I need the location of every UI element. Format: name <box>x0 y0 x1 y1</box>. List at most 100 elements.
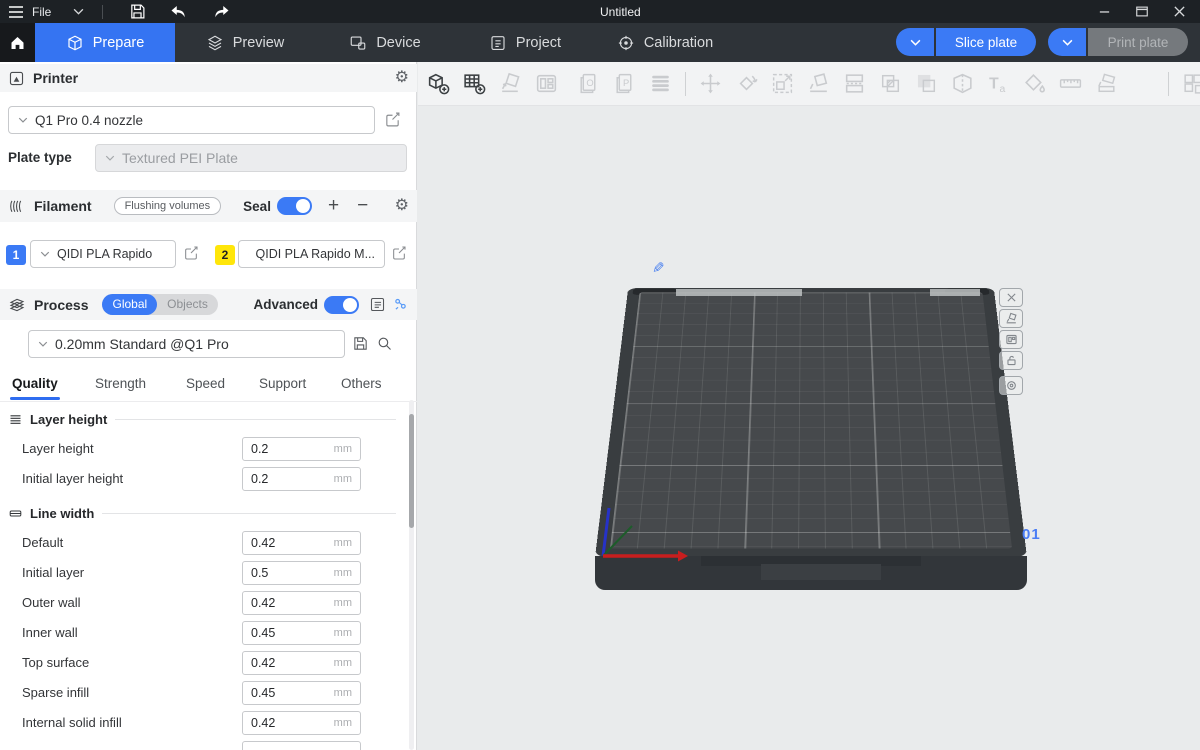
close-icon <box>1173 5 1186 18</box>
filament-settings-gear-icon[interactable]: ⚙ <box>395 198 409 214</box>
process-tab-quality[interactable]: Quality <box>12 376 58 391</box>
param-input[interactable] <box>242 741 361 750</box>
search-params-button[interactable] <box>392 296 409 313</box>
rename-plate-icon[interactable]: ✎ <box>652 259 665 277</box>
split-button[interactable] <box>838 65 871 103</box>
minimize-icon <box>1098 5 1111 18</box>
save-button[interactable] <box>129 3 146 20</box>
edit-filament-2-button[interactable] <box>391 245 407 261</box>
process-preset-dropdown[interactable]: 0.20mm Standard @Q1 Pro <box>28 330 345 358</box>
color-paint-button[interactable] <box>1018 65 1051 103</box>
redo-button[interactable] <box>212 4 230 20</box>
slice-options-button[interactable] <box>896 28 934 56</box>
tab-preview[interactable]: Preview <box>175 23 315 62</box>
minimize-button[interactable] <box>1098 5 1111 18</box>
plate-marker-strip <box>930 289 980 296</box>
close-button[interactable] <box>1173 5 1186 18</box>
auto-orient-plate-button[interactable] <box>999 309 1023 328</box>
3d-viewport[interactable]: O P <box>418 62 1200 750</box>
tab-device[interactable]: Device <box>315 23 455 62</box>
home-button[interactable] <box>0 23 35 62</box>
filament-2-badge[interactable]: 2 <box>215 245 235 265</box>
scope-global-button[interactable]: Global <box>102 294 157 315</box>
add-plate-button[interactable] <box>458 65 491 103</box>
compare-presets-button[interactable] <box>369 296 386 313</box>
filament-1-dropdown[interactable]: QIDI PLA Rapido <box>30 240 176 268</box>
plate-number-label[interactable]: 01 <box>1022 526 1041 543</box>
process-tab-speed[interactable]: Speed <box>186 376 225 391</box>
cut-button[interactable] <box>946 65 979 103</box>
edit-filament-1-button[interactable] <box>183 245 199 261</box>
param-input[interactable]: 0.42 mm <box>242 651 361 675</box>
param-input[interactable]: 0.42 mm <box>242 531 361 555</box>
lay-on-face-button[interactable] <box>802 65 835 103</box>
process-section-header: Process Global Objects Advanced <box>0 289 417 320</box>
param-input[interactable]: 0.45 mm <box>242 681 361 705</box>
print-plate-button[interactable]: Print plate <box>1088 28 1188 56</box>
delete-plate-button[interactable] <box>999 288 1023 307</box>
move-button[interactable] <box>694 65 727 103</box>
save-preset-button[interactable] <box>352 335 369 352</box>
mesh-boolean-subtract-button[interactable] <box>910 65 943 103</box>
filament-2-dropdown[interactable]: QIDI PLA Rapido M... <box>238 240 385 268</box>
slice-plate-button[interactable]: Slice plate <box>936 28 1036 56</box>
seal-toggle[interactable] <box>277 197 312 215</box>
window-title: Untitled <box>600 0 641 23</box>
flushing-volumes-button[interactable]: Flushing volumes <box>114 197 222 215</box>
arrange-button[interactable] <box>530 65 563 103</box>
search-preset-button[interactable] <box>376 335 393 352</box>
advanced-toggle[interactable] <box>324 296 359 314</box>
mesh-boolean-icon <box>878 71 903 96</box>
scope-segmented-control: Global Objects <box>102 294 217 315</box>
auto-orient-button[interactable] <box>494 65 527 103</box>
tab-calibration[interactable]: Calibration <box>595 23 735 62</box>
remove-filament-button[interactable]: − <box>357 195 368 217</box>
param-input[interactable]: 0.5 mm <box>242 561 361 585</box>
add-filament-button[interactable]: + <box>328 195 339 217</box>
file-menu[interactable]: File <box>32 5 51 19</box>
lock-plate-button[interactable] <box>999 351 1023 370</box>
split-to-objects-button[interactable]: O <box>572 65 605 103</box>
mesh-boolean-button[interactable] <box>874 65 907 103</box>
seam-paint-button[interactable] <box>1090 65 1123 103</box>
undo-button[interactable] <box>170 4 188 20</box>
filament-1-badge[interactable]: 1 <box>6 245 26 265</box>
print-options-button[interactable] <box>1048 28 1086 56</box>
process-tab-others[interactable]: Others <box>341 376 382 391</box>
assembly-view-button[interactable] <box>1177 65 1200 103</box>
hamburger-menu-icon[interactable] <box>8 5 24 19</box>
process-tab-strength[interactable]: Strength <box>95 376 146 391</box>
edit-printer-button[interactable] <box>384 111 401 128</box>
measure-button[interactable] <box>1054 65 1087 103</box>
section-title: Line width <box>30 506 94 521</box>
scale-button[interactable] <box>766 65 799 103</box>
printer-preset-dropdown[interactable]: Q1 Pro 0.4 nozzle <box>8 106 375 134</box>
variable-layer-height-button[interactable] <box>644 65 677 103</box>
param-input[interactable]: 0.42 mm <box>242 591 361 615</box>
param-input[interactable]: 0.2 mm <box>242 437 361 461</box>
maximize-button[interactable] <box>1135 5 1149 18</box>
process-tab-support[interactable]: Support <box>259 376 306 391</box>
plate-type-dropdown[interactable]: Textured PEI Plate <box>95 144 407 172</box>
tab-project[interactable]: Project <box>455 23 595 62</box>
param-input[interactable]: 0.45 mm <box>242 621 361 645</box>
seal-label: Seal <box>243 199 271 214</box>
param-input[interactable]: 0.2 mm <box>242 467 361 491</box>
param-label: Initial layer <box>22 565 84 580</box>
arrange-plate-button[interactable] <box>999 330 1023 349</box>
param-label: Outer wall <box>22 595 81 610</box>
plate-settings-button[interactable] <box>999 376 1023 395</box>
rotate-button[interactable] <box>730 65 763 103</box>
add-object-button[interactable] <box>422 65 455 103</box>
param-input[interactable]: 0.42 mm <box>242 711 361 735</box>
sidebar-scrollbar-thumb[interactable] <box>409 414 414 528</box>
svg-text:T: T <box>989 76 999 93</box>
file-menu-chevron[interactable] <box>73 8 84 15</box>
scope-objects-button[interactable]: Objects <box>157 294 218 315</box>
text-tool-button[interactable]: Ta <box>982 65 1015 103</box>
chevron-down-icon <box>73 8 84 15</box>
tab-prepare[interactable]: Prepare <box>35 23 175 62</box>
split-to-parts-button[interactable]: P <box>608 65 641 103</box>
maximize-icon <box>1135 5 1149 18</box>
printer-settings-gear-icon[interactable]: ⚙ <box>395 70 409 86</box>
